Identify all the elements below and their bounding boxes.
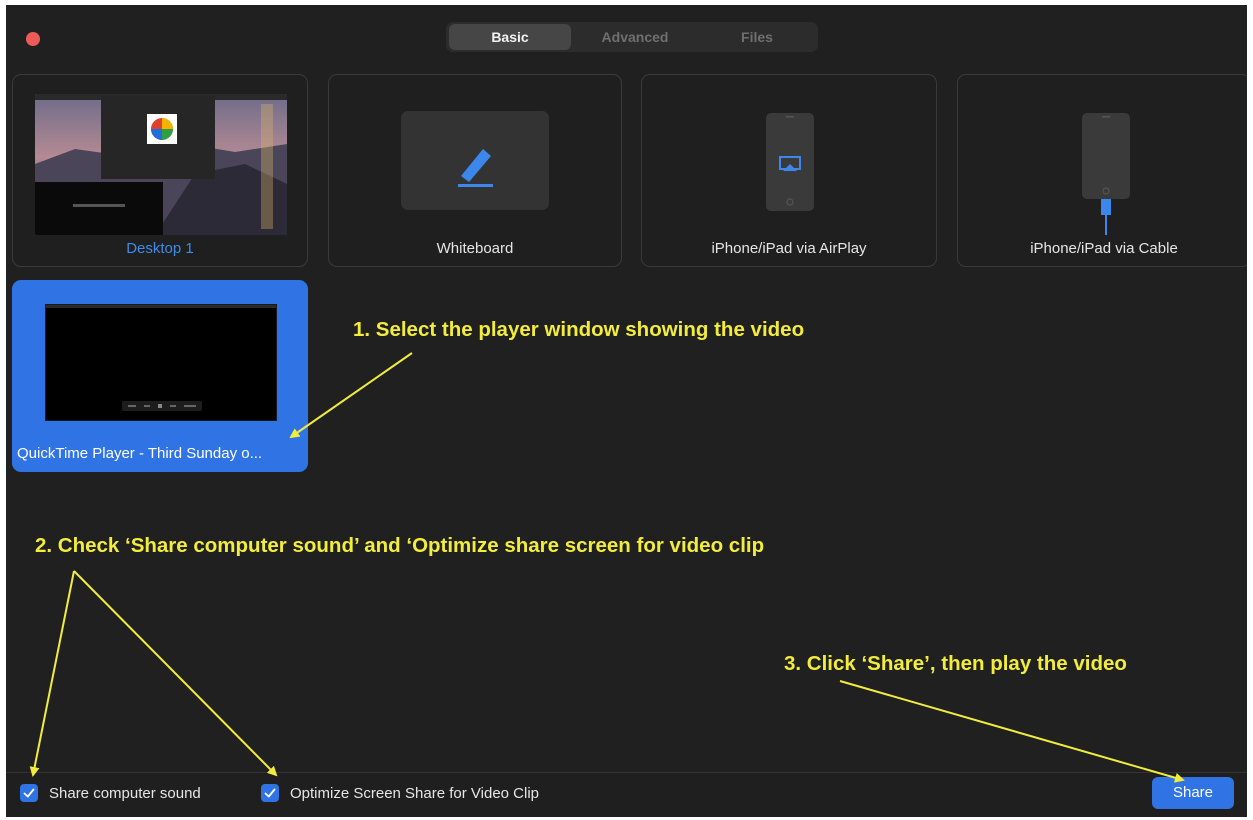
share-sound-label[interactable]: Share computer sound bbox=[49, 785, 201, 802]
share-option-quicktime[interactable]: QuickTime Player - Third Sunday o... bbox=[12, 280, 308, 472]
close-window-button[interactable] bbox=[26, 32, 40, 46]
share-screen-window: Basic Advanced Files Desktop 1 Whiteboar… bbox=[6, 5, 1247, 817]
optimize-video-label[interactable]: Optimize Screen Share for Video Clip bbox=[290, 785, 539, 802]
quicktime-label: QuickTime Player - Third Sunday o... bbox=[17, 445, 263, 462]
checkmark-icon bbox=[264, 788, 276, 798]
tab-files[interactable]: Files bbox=[699, 24, 815, 50]
share-sound-checkbox[interactable] bbox=[20, 784, 38, 802]
tab-bar: Basic Advanced Files bbox=[446, 22, 818, 52]
airplay-label: iPhone/iPad via AirPlay bbox=[711, 240, 867, 257]
footer-bar: Share computer sound Optimize Screen Sha… bbox=[6, 772, 1247, 817]
share-option-desktop[interactable]: Desktop 1 bbox=[12, 74, 308, 267]
share-option-whiteboard[interactable]: Whiteboard bbox=[328, 74, 622, 267]
share-option-airplay[interactable]: iPhone/iPad via AirPlay bbox=[641, 74, 937, 267]
video-player-controls-icon bbox=[46, 305, 276, 411]
quicktime-thumbnail bbox=[45, 304, 277, 421]
arrow-step-2-right bbox=[73, 570, 278, 777]
desktop-preview-image bbox=[35, 94, 287, 235]
tab-basic[interactable]: Basic bbox=[449, 24, 571, 50]
phone-airplay-thumbnail bbox=[766, 113, 814, 211]
pen-icon bbox=[458, 149, 493, 187]
annotation-step-1: 1. Select the player window showing the … bbox=[353, 318, 805, 341]
desktop-label: Desktop 1 bbox=[126, 240, 194, 257]
checkmark-icon bbox=[23, 788, 35, 798]
annotation-step-2: 2. Check ‘Share computer sound’ and ‘Opt… bbox=[35, 534, 765, 557]
arrow-step-2-left bbox=[29, 570, 75, 777]
cable-label: iPhone/iPad via Cable bbox=[1030, 240, 1178, 257]
tab-advanced[interactable]: Advanced bbox=[571, 24, 699, 50]
share-button[interactable]: Share bbox=[1152, 777, 1234, 809]
optimize-video-checkbox[interactable] bbox=[261, 784, 279, 802]
share-option-cable[interactable]: iPhone/iPad via Cable bbox=[957, 74, 1247, 267]
desktop-thumbnail bbox=[35, 94, 287, 235]
whiteboard-thumbnail bbox=[401, 111, 549, 210]
arrow-step-3 bbox=[839, 680, 1185, 783]
whiteboard-label: Whiteboard bbox=[436, 240, 514, 257]
arrow-step-1 bbox=[289, 352, 413, 439]
phone-icon bbox=[1102, 116, 1110, 195]
phone-cable-thumbnail bbox=[1082, 113, 1130, 199]
cable-icon bbox=[1101, 199, 1111, 235]
airplay-icon bbox=[779, 116, 801, 206]
annotation-step-3: 3. Click ‘Share’, then play the video bbox=[784, 652, 1127, 675]
